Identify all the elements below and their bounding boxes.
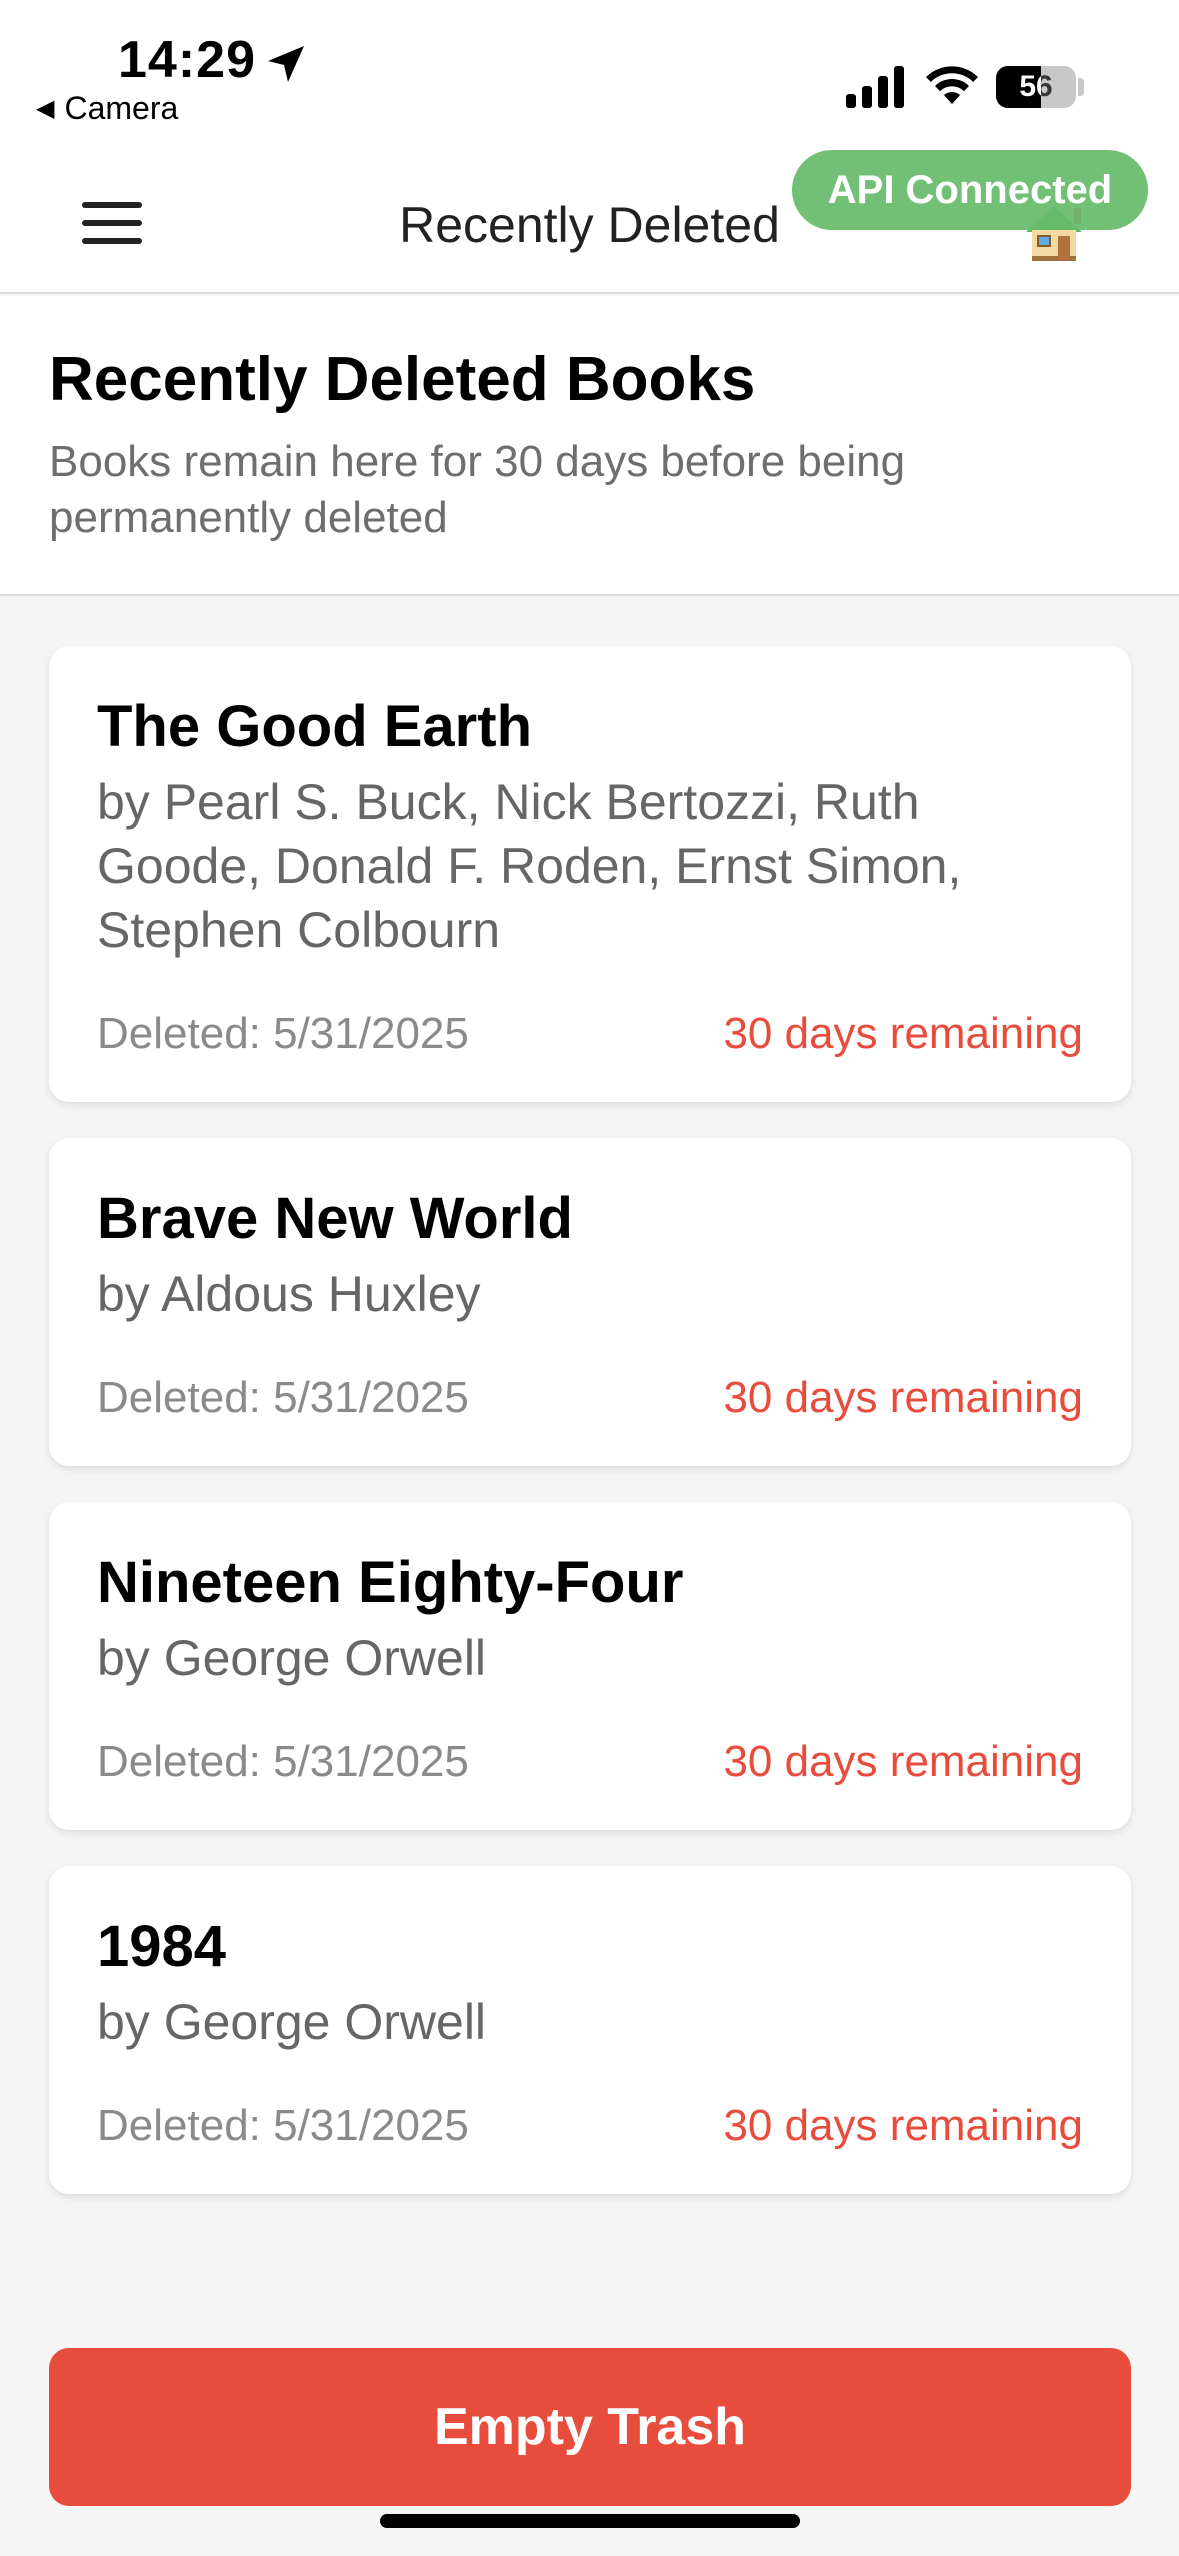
deleted-date: Deleted: 5/31/2025 <box>97 1373 469 1422</box>
location-arrow-icon <box>268 46 304 82</box>
battery-level: 56 <box>1019 70 1053 103</box>
book-card[interactable]: Nineteen Eighty-Four by George Orwell De… <box>49 1502 1131 1830</box>
status-bar: 14:29 ◀ Camera 56 <box>0 0 1179 150</box>
days-remaining: 30 days remaining <box>723 2101 1083 2150</box>
book-meta: Deleted: 5/31/2025 30 days remaining <box>97 2098 1083 2154</box>
wifi-icon <box>926 66 978 104</box>
signal-icon <box>846 66 904 108</box>
book-author: by Aldous Huxley <box>97 1266 481 1322</box>
status-time: 14:29 <box>118 31 256 89</box>
deleted-date: Deleted: 5/31/2025 <box>97 2101 469 2150</box>
page-subtitle: Books remain here for 30 days before bei… <box>49 437 906 542</box>
book-meta: Deleted: 5/31/2025 30 days remaining <box>97 1734 1083 1790</box>
deleted-date: Deleted: 5/31/2025 <box>97 1009 469 1058</box>
book-title: Nineteen Eighty-Four <box>97 1550 684 1615</box>
deleted-book-list: The Good Earth by Pearl S. Buck, Nick Be… <box>49 646 1131 2230</box>
book-card[interactable]: 1984 by George Orwell Deleted: 5/31/2025… <box>49 1866 1131 2194</box>
book-meta: Deleted: 5/31/2025 30 days remaining <box>97 1006 1083 1062</box>
book-title: Brave New World <box>97 1186 573 1251</box>
back-app-label: Camera <box>64 90 179 126</box>
deleted-date: Deleted: 5/31/2025 <box>97 1737 469 1786</box>
empty-trash-button[interactable]: Empty Trash <box>49 2348 1131 2506</box>
hamburger-menu-icon[interactable] <box>82 202 142 248</box>
book-author: by George Orwell <box>97 1630 487 1686</box>
book-author: by George Orwell <box>97 1994 487 2050</box>
page-title: Recently Deleted Books <box>49 345 756 414</box>
days-remaining: 30 days remaining <box>723 1009 1083 1058</box>
book-meta: Deleted: 5/31/2025 30 days remaining <box>97 1370 1083 1426</box>
book-author: by Pearl S. Buck, Nick Bertozzi, Ruth Go… <box>97 774 962 958</box>
book-title: 1984 <box>97 1914 227 1979</box>
days-remaining: 30 days remaining <box>723 1737 1083 1786</box>
book-card[interactable]: Brave New World by Aldous Huxley Deleted… <box>49 1138 1131 1466</box>
nav-header: Recently Deleted API Connected <box>0 150 1179 294</box>
back-to-camera-link[interactable]: ◀ Camera <box>36 90 178 127</box>
book-card[interactable]: The Good Earth by Pearl S. Buck, Nick Be… <box>49 646 1131 1102</box>
book-title: The Good Earth <box>97 694 532 759</box>
page-header: Recently Deleted Books Books remain here… <box>0 296 1179 596</box>
days-remaining: 30 days remaining <box>723 1373 1083 1422</box>
api-status-badge: API Connected <box>792 150 1148 230</box>
back-triangle-icon: ◀ <box>36 95 55 122</box>
home-indicator[interactable] <box>380 2514 800 2528</box>
battery-icon: 56 <box>996 66 1076 108</box>
battery-nub <box>1078 78 1084 96</box>
